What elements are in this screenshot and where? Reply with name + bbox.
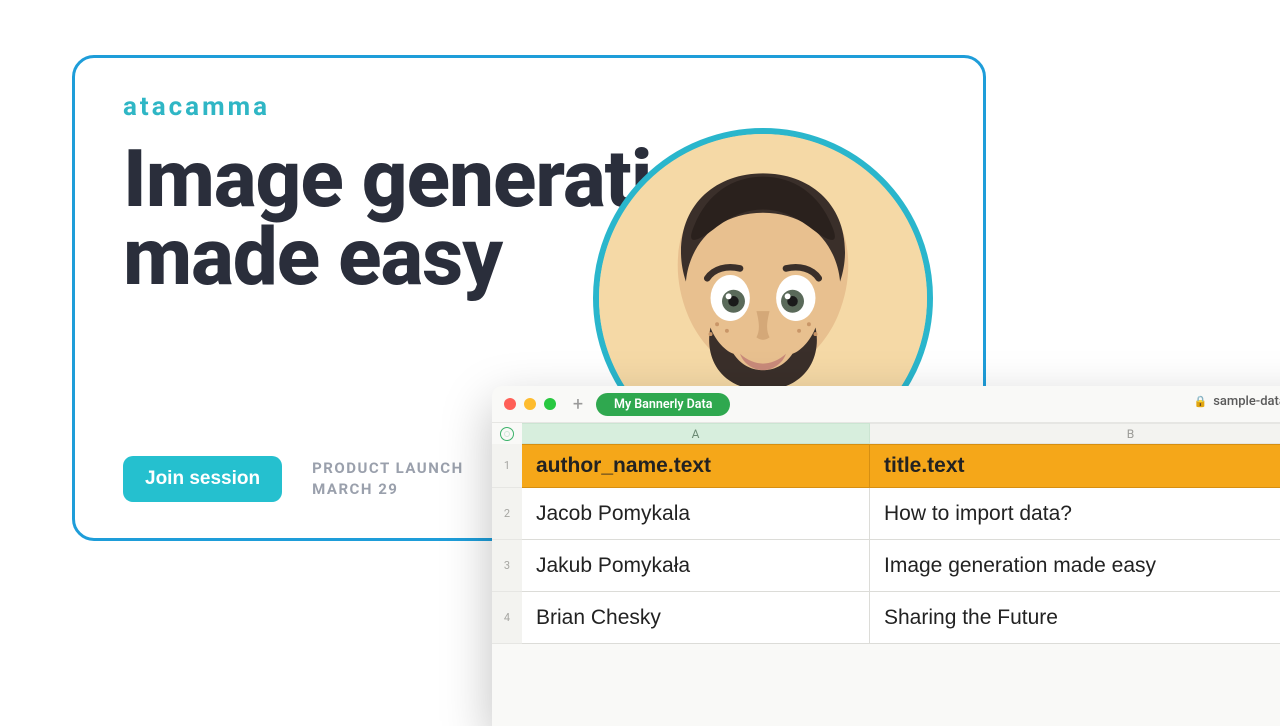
row-number-gutter: 1 2 3 4 — [492, 444, 522, 644]
cell-author[interactable]: Brian Chesky — [522, 592, 870, 644]
table-row: Brian Chesky Sharing the Future — [522, 592, 1280, 644]
window-filename: 🔒 sample-data.numbers — Edi — [1194, 394, 1280, 409]
minimize-icon[interactable] — [524, 398, 536, 410]
circle-icon — [500, 427, 514, 441]
cell-title[interactable]: Image generation made easy — [870, 540, 1280, 592]
cell-author[interactable]: Jakub Pomykała — [522, 540, 870, 592]
cell-title[interactable]: How to import data? — [870, 488, 1280, 540]
cta-row: Join session PRODUCT LAUNCH MARCH 29 — [123, 456, 464, 502]
meta-line-1: PRODUCT LAUNCH — [312, 458, 464, 479]
column-header-row: A B — [492, 422, 1280, 444]
grid: 1 2 3 4 author_name.text title.text Jaco… — [492, 444, 1280, 644]
header-cell-author[interactable]: author_name.text — [522, 444, 870, 488]
data-grid: author_name.text title.text Jacob Pomyka… — [522, 444, 1280, 644]
filename-text: sample-data.numbers — [1213, 394, 1280, 409]
column-header-b[interactable]: B — [870, 423, 1280, 444]
add-sheet-button[interactable]: + — [568, 394, 588, 415]
row-number[interactable]: 1 — [492, 444, 522, 488]
brand-name: atacamma — [123, 92, 935, 122]
launch-meta: PRODUCT LAUNCH MARCH 29 — [312, 458, 464, 500]
row-number[interactable]: 3 — [492, 540, 522, 592]
close-icon[interactable] — [504, 398, 516, 410]
lock-icon: 🔒 — [1194, 395, 1208, 408]
window-titlebar: + My Bannerly Data 🔒 sample-data.numbers… — [492, 386, 1280, 422]
sheet-tab[interactable]: My Bannerly Data — [596, 393, 730, 416]
traffic-lights — [504, 398, 556, 410]
row-number[interactable]: 4 — [492, 592, 522, 644]
select-all-gutter[interactable] — [492, 423, 522, 444]
cell-title[interactable]: Sharing the Future — [870, 592, 1280, 644]
header-cell-title[interactable]: title.text — [870, 444, 1280, 488]
table-header-row: author_name.text title.text — [522, 444, 1280, 488]
table-row: Jacob Pomykala How to import data? — [522, 488, 1280, 540]
spreadsheet-window: + My Bannerly Data 🔒 sample-data.numbers… — [492, 386, 1280, 726]
column-header-a[interactable]: A — [522, 423, 870, 444]
table-row: Jakub Pomykała Image generation made eas… — [522, 540, 1280, 592]
row-number[interactable]: 2 — [492, 488, 522, 540]
cell-author[interactable]: Jacob Pomykala — [522, 488, 870, 540]
meta-line-2: MARCH 29 — [312, 479, 464, 500]
join-session-button[interactable]: Join session — [123, 456, 282, 502]
zoom-icon[interactable] — [544, 398, 556, 410]
